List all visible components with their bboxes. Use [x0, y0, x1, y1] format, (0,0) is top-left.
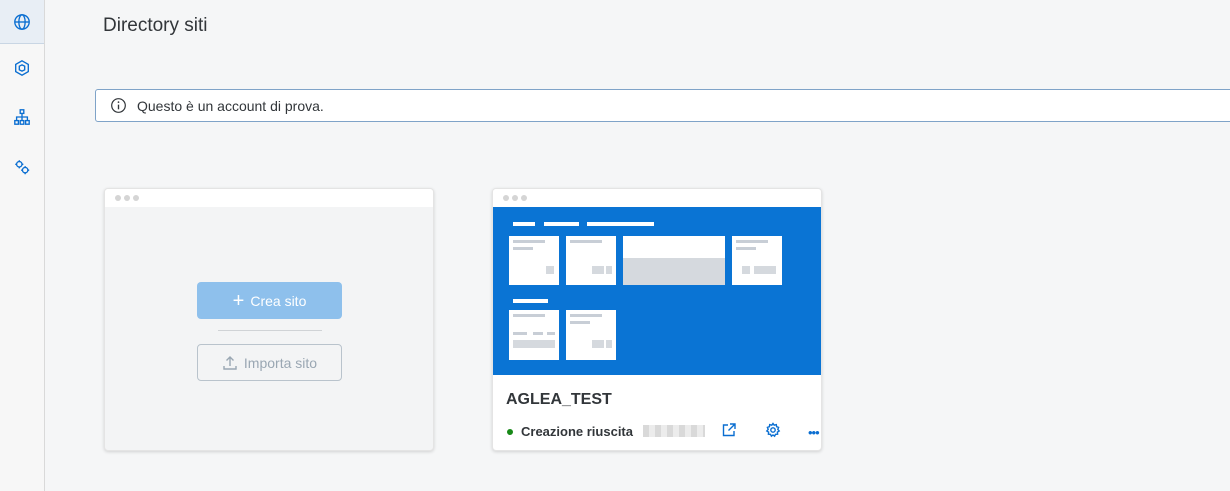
create-site-card: + Crea sito Importa sito [104, 188, 434, 451]
sidebar-item-sites[interactable] [0, 0, 44, 44]
upload-icon [223, 355, 237, 370]
create-site-button[interactable]: + Crea sito [197, 282, 342, 319]
sidebar-item-settings[interactable] [0, 145, 44, 189]
settings-icon [765, 422, 781, 438]
info-banner: Questo è un account di prova. [95, 89, 1230, 122]
site-preview-thumbnail[interactable] [493, 207, 821, 375]
divider [218, 330, 322, 331]
import-site-label: Importa sito [243, 354, 318, 371]
open-external-icon [722, 423, 736, 437]
sidebar-item-content[interactable] [0, 46, 44, 90]
site-name[interactable]: AGLEA_TEST [506, 391, 612, 409]
create-site-label: Crea sito [250, 292, 307, 309]
sidebar-item-structure[interactable] [0, 95, 44, 139]
plus-icon: + [232, 289, 245, 312]
site-settings-button[interactable] [765, 422, 783, 440]
info-banner-text: Questo è un account di prova. [137, 97, 324, 114]
page-title: Directory siti [103, 15, 208, 36]
redacted-date [643, 425, 705, 437]
sidebar [0, 0, 45, 491]
status-indicator [507, 429, 513, 435]
more-icon[interactable]: ••• [808, 425, 820, 440]
sitemap-icon [14, 109, 30, 125]
gears-icon [15, 160, 30, 175]
site-card[interactable]: AGLEA_TEST Creazione riuscita ••• [492, 188, 822, 451]
open-site-button[interactable] [721, 422, 739, 440]
site-status: Creazione riuscita [521, 424, 633, 439]
card-window-bar [105, 189, 433, 207]
import-site-button[interactable]: Importa sito [197, 344, 342, 381]
cube-icon [15, 60, 29, 76]
info-icon [111, 98, 126, 113]
card-window-bar [493, 189, 821, 207]
globe-icon [14, 13, 30, 30]
